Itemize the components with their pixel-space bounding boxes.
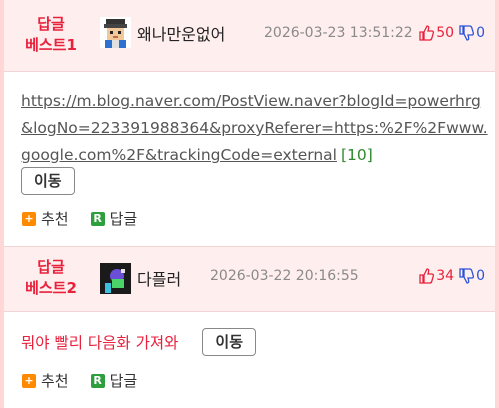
comment-header: 답글 베스트2 다플러 2026-03-22 20:16:55 34 0 bbox=[4, 246, 495, 312]
reply-icon: R bbox=[90, 211, 105, 226]
plus-icon: + bbox=[22, 211, 36, 226]
link-count: [10] bbox=[340, 146, 373, 164]
comment-link[interactable]: https://m.blog.naver.com/PostView.naver?… bbox=[21, 92, 488, 164]
vote-group: 50 0 bbox=[418, 25, 485, 41]
thumbs-up-icon[interactable] bbox=[418, 268, 435, 284]
reply-button[interactable]: R 답글 bbox=[90, 370, 137, 391]
comment-date: 2026-03-22 20:16:55 bbox=[210, 268, 359, 284]
thumbs-up-icon[interactable] bbox=[418, 25, 435, 41]
upvote-count: 50 bbox=[436, 25, 455, 41]
comment-date: 2026-03-23 13:51:22 bbox=[264, 25, 413, 41]
vote-group: 34 0 bbox=[418, 268, 485, 284]
downvote-count: 0 bbox=[476, 268, 485, 284]
best-comment-1: 답글 베스트1 왜나만운없어 2026-03-23 13:51:22 50 0 … bbox=[4, 0, 495, 246]
comment-body: 뭐야 빨리 다음화 가져와 이동 bbox=[21, 328, 256, 356]
avatar[interactable] bbox=[100, 17, 131, 48]
best-comment-2: 답글 베스트2 다플러 2026-03-22 20:16:55 34 0 뭐야 … bbox=[4, 246, 495, 408]
comment-body: https://m.blog.naver.com/PostView.naver?… bbox=[21, 88, 491, 169]
comment-actions: + 추천 R 답글 bbox=[22, 208, 159, 229]
recommend-button[interactable]: + 추천 bbox=[22, 208, 69, 229]
plus-icon: + bbox=[22, 373, 36, 388]
avatar[interactable] bbox=[100, 263, 131, 294]
best-reply-badge: 답글 베스트2 bbox=[25, 258, 77, 297]
thumbs-down-icon[interactable] bbox=[458, 25, 475, 41]
nickname[interactable]: 다플러 bbox=[137, 266, 181, 290]
reply-icon: R bbox=[90, 373, 105, 388]
reply-button[interactable]: R 답글 bbox=[90, 208, 137, 229]
comment-header: 답글 베스트1 왜나만운없어 2026-03-23 13:51:22 50 0 bbox=[4, 0, 495, 72]
comment-text: 뭐야 빨리 다음화 가져와 bbox=[21, 334, 179, 352]
upvote-count: 34 bbox=[436, 268, 455, 284]
downvote-count: 0 bbox=[476, 25, 485, 41]
comment-list: 답글 베스트1 왜나만운없어 2026-03-23 13:51:22 50 0 … bbox=[4, 0, 495, 408]
move-button[interactable]: 이동 bbox=[202, 328, 256, 356]
thumbs-down-icon[interactable] bbox=[458, 268, 475, 284]
nickname[interactable]: 왜나만운없어 bbox=[137, 21, 225, 45]
comment-actions: + 추천 R 답글 bbox=[22, 370, 159, 391]
recommend-button[interactable]: + 추천 bbox=[22, 370, 69, 391]
best-reply-badge: 답글 베스트1 bbox=[25, 15, 77, 54]
move-button[interactable]: 이동 bbox=[21, 167, 75, 195]
